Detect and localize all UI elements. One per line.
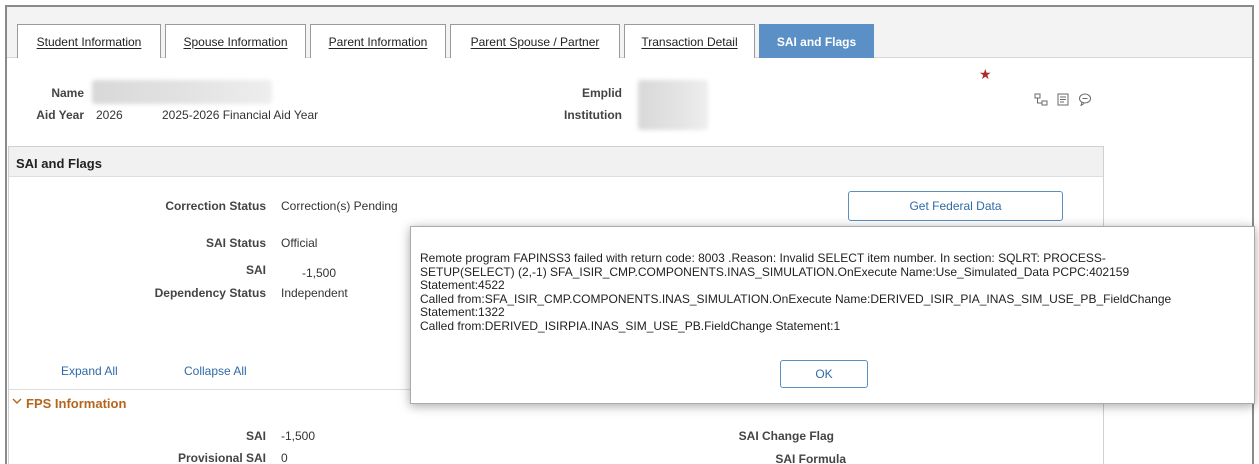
get-federal-data-button[interactable]: Get Federal Data [848,191,1063,221]
sai-status-value: Official [281,236,318,250]
tab-bar: Student Information Spouse Information P… [7,7,1252,58]
emplid-institution-redacted [638,80,708,130]
aid-year-description: 2025-2026 Financial Aid Year [162,108,319,122]
comment-icon[interactable] [1076,91,1094,107]
required-star-icon: ★ [979,66,992,82]
tab-parent-information[interactable]: Parent Information [310,24,446,58]
tab-spouse-information[interactable]: Spouse Information [165,24,306,58]
tab-parent-spouse-partner[interactable]: Parent Spouse / Partner [450,24,620,58]
error-dialog: Remote program FAPINSS3 failed with retu… [410,226,1255,404]
ok-button[interactable]: OK [780,360,868,388]
correction-status-label: Correction Status [165,199,266,213]
section-title: SAI and Flags [16,156,102,171]
dependency-status-value: Independent [281,286,348,300]
notepad-icon[interactable] [1054,91,1072,107]
section-header: SAI and Flags [9,147,1103,177]
tab-sai-and-flags[interactable]: SAI and Flags [759,24,874,58]
name-value-redacted [92,80,272,104]
provisional-sai-value: 0 [281,451,288,464]
sai-label: SAI [245,263,266,277]
tab-transaction-detail[interactable]: Transaction Detail [624,24,755,58]
collapse-all-link[interactable]: Collapse All [184,364,247,378]
fps-sai-label: SAI [245,429,266,443]
chevron-down-icon[interactable] [12,396,22,409]
correction-status-value: Correction(s) Pending [281,199,398,213]
dependency-status-label: Dependency Status [154,286,266,300]
fps-information-header[interactable]: FPS Information [26,396,126,411]
sai-formula-label: SAI Formula [775,452,846,464]
org-chart-icon[interactable] [1032,91,1050,107]
sai-value: -1,500 [302,266,337,280]
error-message: Remote program FAPINSS3 failed with retu… [420,251,1172,333]
emplid-label: Emplid [581,86,622,100]
aid-year-label: Aid Year [36,108,84,122]
tab-student-information[interactable]: Student Information [17,24,161,58]
fps-sai-value: -1,500 [281,429,316,443]
aid-year-value: 2026 [96,108,123,122]
name-label: Name [51,86,84,100]
provisional-sai-label: Provisional SAI [177,451,266,464]
institution-label: Institution [564,108,622,122]
sai-change-flag-label: SAI Change Flag [738,429,834,443]
sai-status-label: SAI Status [205,236,266,250]
expand-all-link[interactable]: Expand All [61,364,118,378]
